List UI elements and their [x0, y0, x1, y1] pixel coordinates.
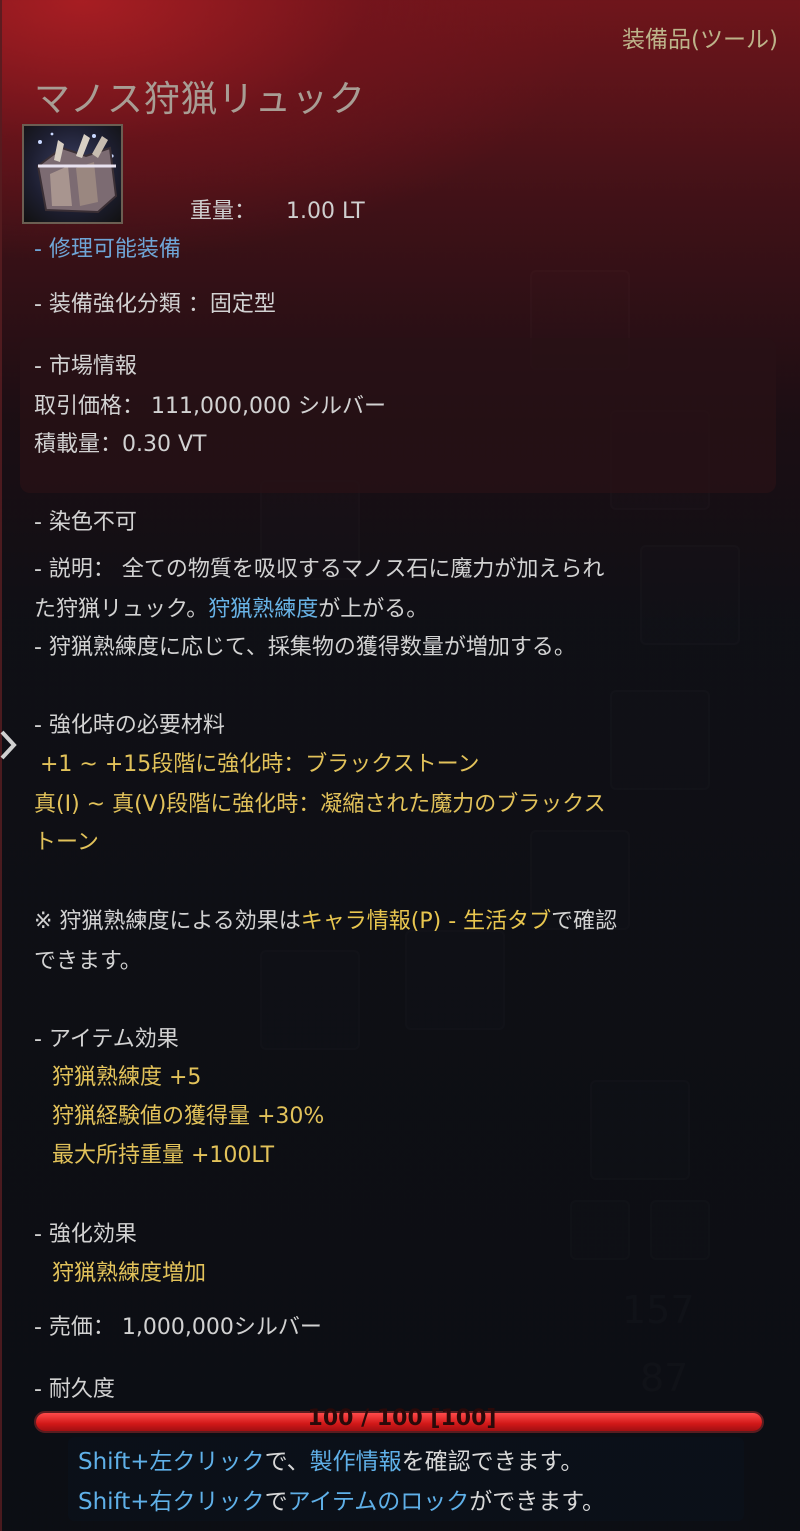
hint-key: アイテムのロック: [287, 1489, 470, 1515]
item-effect: 狩猟熟練度 +5: [52, 1065, 202, 1090]
item-tooltip: 装備品(ツール) マノス狩猟リュック 重量： 1.00 LT - 修理可能装備 -…: [0, 0, 800, 1531]
materials-line-3: トーン: [34, 830, 99, 855]
item-effect: 狩猟経験値の獲得量 +30%: [52, 1104, 325, 1129]
repairable-label: - 修理可能装備: [34, 237, 181, 262]
hint-text: ができます。: [469, 1489, 605, 1515]
sell-price: - 売価： 1,000,000シルバー: [34, 1315, 322, 1340]
hint-text: で: [264, 1489, 288, 1515]
hint-item-lock: Shift+右クリックでアイテムのロックができます。: [78, 1482, 605, 1516]
hint-key: Shift+左クリック: [78, 1449, 265, 1475]
weight-label: 重量：: [190, 199, 257, 224]
durability-text: 100 / 100 [100]: [307, 1406, 497, 1431]
description-highlight: 狩猟熟練度: [208, 597, 319, 622]
materials-title: - 強化時の必要材料: [34, 713, 225, 738]
note-highlight: キャラ情報(P) - 生活タブ: [300, 909, 552, 934]
item-category: 装備品(ツール): [622, 27, 778, 53]
hunting-backpack-icon: [22, 124, 123, 224]
enhance-type: - 装備強化分類 ：固定型: [34, 292, 276, 317]
description-line-3: - 狩猟熟練度に応じて、採集物の獲得数量が増加する。: [34, 635, 576, 660]
enhance-effect-value: 狩猟熟練度増加: [52, 1261, 207, 1286]
hint-text: で、: [264, 1449, 310, 1475]
enhance-effect-title: - 強化効果: [34, 1222, 137, 1247]
item-effect: 最大所持重量 +100LT: [52, 1143, 275, 1168]
item-weight: 重量： 1.00 LT: [190, 193, 365, 225]
hint-key: 製作情報: [309, 1449, 402, 1475]
note-text: で確認: [551, 909, 618, 934]
item-name: マノス狩猟リュック: [34, 79, 366, 120]
hint-crafting-info: Shift+左クリックで、製作情報を確認できます。: [78, 1442, 583, 1476]
note-text: ※ 狩猟熟練度による効果は: [34, 909, 301, 934]
dye-status: - 染色不可: [34, 510, 137, 535]
note-line-2: できます。: [34, 949, 142, 974]
description-line-2: た狩猟リュック。狩猟熟練度が上がる。: [34, 590, 428, 630]
materials-line-2: 真(I) ~ 真(V)段階に強化時：凝縮された魔力のブラックス: [34, 792, 606, 817]
market-info-title: - 市場情報: [34, 354, 137, 379]
durability-title: - 耐久度: [34, 1377, 115, 1402]
weight-value: 1.00 LT: [286, 199, 365, 224]
chevron-right-icon: [0, 728, 20, 762]
hint-text: を確認できます。: [401, 1449, 584, 1475]
description-text: が上がる。: [318, 597, 429, 622]
description-text: た狩猟リュック。: [34, 597, 209, 622]
note-line-1: ※ 狩猟熟練度による効果はキャラ情報(P) - 生活タブで確認: [34, 902, 617, 942]
hint-key: Shift+右クリック: [78, 1489, 265, 1515]
description-line-1: - 説明： 全ての物質を吸収するマノス石に魔力が加えられ: [34, 557, 605, 582]
materials-line-1: +1 ~ +15段階に強化時：ブラックストーン: [40, 752, 480, 777]
market-price: 取引価格： 111,000,000 シルバー: [34, 394, 386, 419]
market-load: 積載量：0.30 VT: [34, 432, 207, 457]
item-effect-title: - アイテム効果: [34, 1027, 179, 1052]
